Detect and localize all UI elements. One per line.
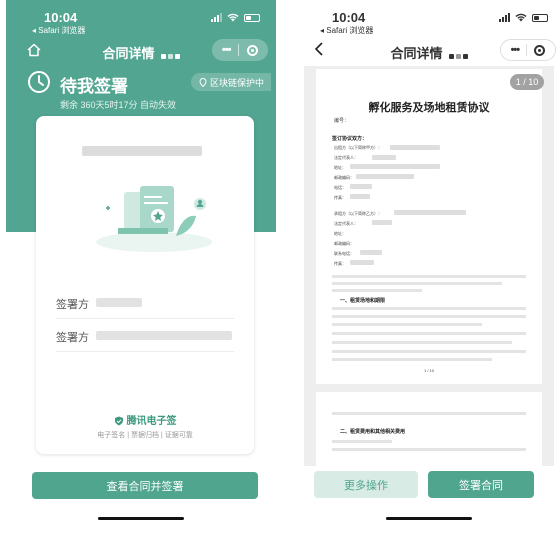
sign-status-title: 待我签署 <box>60 77 128 96</box>
status-time: 10:04 <box>332 10 366 25</box>
section-heading: 签订协议双方： <box>332 136 368 142</box>
redacted-value <box>394 210 466 215</box>
redacted-value <box>372 220 392 225</box>
sign-contract-button[interactable]: 签署合同 <box>428 471 534 498</box>
document-viewer[interactable]: 孵化服务及场地租赁协议 编号： 签订协议双方： 出租方（以下简称甲方）： 法定代… <box>304 66 554 466</box>
body-text-line <box>332 289 422 292</box>
section-heading: 一、租赁场地和期限 <box>340 298 386 304</box>
expiry-countdown: 剩余 360天5时17分 自动失效 <box>60 100 177 110</box>
signal-icon <box>499 13 510 22</box>
field-label: 地址： <box>334 231 346 236</box>
contract-detail-screen: 10:04 ◂ Safari 浏览器 合同详情 ••• 待我签署 剩余 360天… <box>6 0 276 534</box>
field-label: 承租方（以下简称乙方）： <box>334 211 382 216</box>
battery-icon <box>532 13 548 22</box>
document-number: 编号： <box>334 118 350 124</box>
body-text-line <box>332 282 502 285</box>
target-icon[interactable] <box>247 44 259 56</box>
signer-redacted <box>96 331 232 340</box>
divider <box>56 318 234 319</box>
brand-features: 电子签名 | 票据归档 | 证据可靠 <box>97 432 193 439</box>
contract-card: 签署方 签署方 腾讯电子签 电子签名 | 票据归档 | 证据可靠 <box>36 116 254 454</box>
document-page-number: 1 / 10 <box>423 368 434 373</box>
system-icons <box>211 13 260 22</box>
brand-name: 腾讯电子签 <box>126 416 177 427</box>
status-bar: 10:04 ◂ Safari 浏览器 <box>6 0 276 36</box>
signer-row: 签署方 <box>56 325 234 347</box>
capsule-divider <box>238 44 240 56</box>
body-text-line <box>332 440 392 443</box>
wifi-icon <box>227 13 239 22</box>
body-text-line <box>332 332 526 335</box>
home-indicator <box>98 517 184 520</box>
mini-program-capsule[interactable]: ••• <box>500 39 556 61</box>
title-redacted <box>159 47 180 62</box>
signer-row: 签署方 <box>56 292 234 314</box>
shield-logo-icon <box>114 416 123 426</box>
more-dots-icon[interactable]: ••• <box>511 44 521 56</box>
field-label: 电话： <box>334 185 346 190</box>
document-title: 孵化服务及场地租赁协议 <box>368 101 490 114</box>
nav-bar: 合同详情 ••• <box>294 38 558 64</box>
contract-name-redacted <box>82 146 202 156</box>
signer-label: 签署方 <box>56 299 89 311</box>
view-and-sign-button[interactable]: 查看合同并签署 <box>32 472 258 499</box>
field-label: 法定代表人： <box>334 155 358 160</box>
status-time: 10:04 <box>44 10 78 25</box>
field-label: 传真： <box>334 261 346 266</box>
body-text-line <box>332 315 526 318</box>
field-label: 邮政编码： <box>334 241 354 246</box>
nav-bar: 合同详情 ••• <box>6 38 276 64</box>
body-text-line <box>332 358 492 361</box>
system-icons <box>499 13 548 22</box>
signal-icon <box>211 13 222 22</box>
target-icon[interactable] <box>534 44 546 56</box>
redacted-value <box>350 260 374 265</box>
field-label: 邮政编码： <box>334 175 354 180</box>
page-indicator: 1 / 10 <box>510 74 544 90</box>
body-text-line <box>332 307 526 310</box>
blockchain-badge: 区块链保护中 <box>191 73 271 91</box>
back-to-safari-link[interactable]: ◂ Safari 浏览器 <box>320 25 373 36</box>
redacted-value <box>350 164 440 169</box>
redacted-value <box>360 250 382 255</box>
signer-label: 签署方 <box>56 332 89 344</box>
redacted-value <box>350 194 370 199</box>
body-text-line <box>332 448 526 451</box>
more-actions-button[interactable]: 更多操作 <box>314 471 418 498</box>
field-label: 传真： <box>334 195 346 200</box>
clock-icon <box>28 71 50 93</box>
capsule-divider <box>526 44 528 56</box>
redacted-value <box>350 184 372 189</box>
blockchain-badge-label: 区块链保护中 <box>210 77 265 88</box>
field-label: 地址： <box>334 165 346 170</box>
field-label: 出租方（以下简称甲方）： <box>334 145 382 150</box>
mini-program-capsule[interactable]: ••• <box>212 39 268 61</box>
signer-redacted <box>96 298 142 307</box>
section-heading: 二、租赁费用和其他相关费用 <box>340 429 406 435</box>
battery-icon <box>244 13 260 22</box>
home-indicator <box>386 517 472 520</box>
body-text-line <box>332 341 512 344</box>
body-text-line <box>332 350 526 353</box>
redacted-value <box>390 145 440 150</box>
field-label: 法定代表人： <box>334 221 358 226</box>
divider <box>56 351 234 352</box>
location-pin-icon <box>199 77 207 87</box>
back-to-safari-link[interactable]: ◂ Safari 浏览器 <box>32 25 85 36</box>
title-redacted <box>447 47 468 62</box>
redacted-value <box>356 174 414 179</box>
body-text-line <box>332 275 526 278</box>
redacted-value <box>372 155 396 160</box>
wifi-icon <box>515 13 527 22</box>
body-text-line <box>332 412 526 415</box>
document-page: 二、租赁费用和其他相关费用 <box>316 392 542 466</box>
contract-document-screen: 10:04 ◂ Safari 浏览器 合同详情 ••• 孵化服务及场地租赁协议 … <box>294 0 558 534</box>
body-text-line <box>332 323 482 326</box>
status-bar: 10:04 ◂ Safari 浏览器 <box>294 0 558 36</box>
brand: 腾讯电子签 <box>36 412 254 427</box>
document-page: 孵化服务及场地租赁协议 编号： 签订协议双方： 出租方（以下简称甲方）： 法定代… <box>316 69 542 384</box>
contract-illustration <box>96 186 212 252</box>
field-label: 联系电话： <box>334 251 354 256</box>
more-dots-icon[interactable]: ••• <box>222 44 232 56</box>
